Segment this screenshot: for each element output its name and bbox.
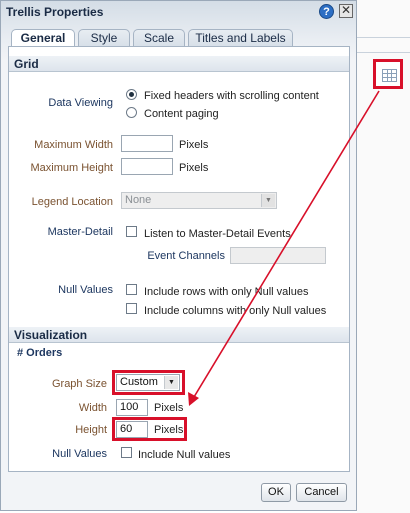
background-divider [357,52,410,53]
dialog-titlebar: Trellis Properties ? ✕ [1,1,356,23]
null-values-label: Null Values [58,284,113,296]
trellis-grid-icon-highlight[interactable] [373,59,403,89]
max-width-label: Maximum Width [34,139,113,151]
height-label: Height [75,424,107,436]
fixed-headers-radio[interactable] [126,89,137,100]
ok-button[interactable]: OK [261,483,291,502]
event-channels-input[interactable] [230,247,326,264]
legend-location-label: Legend Location [31,196,113,208]
width-label: Width [78,402,107,414]
include-null-values-label: Include Null values [138,449,231,461]
close-icon[interactable]: ✕ [339,4,353,18]
max-height-unit: Pixels [179,162,209,174]
width-unit: Pixels [154,402,184,414]
dialog-title: Trellis Properties [6,5,104,19]
max-height-input[interactable] [121,158,173,175]
graph-size-select[interactable]: Custom ▼ [116,374,180,391]
graph-size-value: Custom [120,376,158,388]
chevron-down-icon: ▼ [164,376,178,389]
event-channels-label: Event Channels [147,250,225,262]
chevron-down-icon: ▼ [261,194,275,207]
include-null-columns-label: Include columns with only Null values [144,305,327,317]
tab-style[interactable]: Style [78,29,130,47]
include-null-rows-label: Include rows with only Null values [144,286,309,298]
visualization-subheader: # Orders [17,347,63,359]
legend-location-select[interactable]: None ▼ [121,192,277,209]
data-viewing-label: Data Viewing [48,97,113,109]
tab-scale[interactable]: Scale [133,29,185,47]
max-width-unit: Pixels [179,139,209,151]
viz-null-values-label: Null Values [52,448,107,460]
visualization-section-header: Visualization [9,327,349,343]
trellis-grid-icon [382,69,397,82]
tab-bar: General Style Scale Titles and Labels [8,29,348,48]
background-divider [357,37,410,38]
include-null-values-checkbox[interactable] [121,447,132,458]
content-paging-radio-label: Content paging [144,108,219,120]
include-null-rows-checkbox[interactable] [126,284,137,295]
master-detail-checkbox-label: Listen to Master-Detail Events [144,228,291,240]
width-input[interactable]: 100 [116,399,148,416]
grid-section-header: Grid [9,56,349,72]
master-detail-label: Master-Detail [47,226,113,238]
max-height-label: Maximum Height [30,162,113,174]
legend-location-value: None [125,194,152,206]
height-unit: Pixels [154,424,184,436]
content-paging-radio[interactable] [126,107,137,118]
height-input[interactable]: 60 [116,421,148,438]
trellis-properties-dialog: Trellis Properties ? ✕ General Style Sca… [0,0,357,511]
max-width-input[interactable] [121,135,173,152]
fixed-headers-radio-label: Fixed headers with scrolling content [144,90,319,102]
master-detail-checkbox[interactable] [126,226,137,237]
tab-titles-and-labels[interactable]: Titles and Labels [188,29,293,47]
cancel-button[interactable]: Cancel [296,483,347,502]
graph-size-label: Graph Size [51,378,107,390]
help-icon[interactable]: ? [319,4,334,19]
general-tab-panel: Grid Data Viewing Fixed headers with scr… [8,46,350,472]
include-null-columns-checkbox[interactable] [126,303,137,314]
